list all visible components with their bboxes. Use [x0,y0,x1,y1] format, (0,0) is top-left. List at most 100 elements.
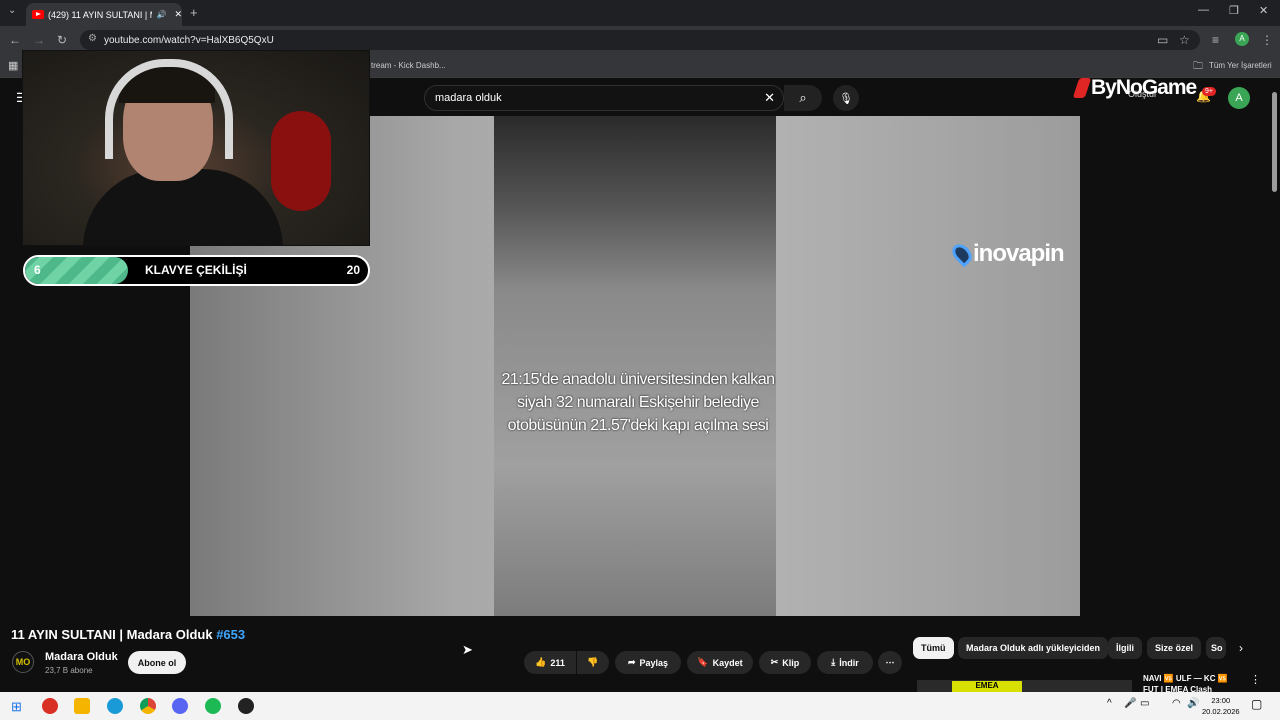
system-clock[interactable]: 23:00 20.02.2026 [1202,695,1240,717]
dislike-button[interactable]: 👎 [577,651,609,674]
recommended-thumbnail[interactable]: EMEA [917,680,1132,692]
spotify-icon[interactable] [205,698,221,714]
file-explorer-icon[interactable] [74,698,90,714]
edge-browser-icon[interactable] [107,698,123,714]
tab-title: (429) 11 AYIN SULTANI | M... [48,9,152,20]
channel-name[interactable]: Madara Olduk [45,651,118,663]
location-pin-icon [948,240,976,268]
bynogame-sponsor-logo: ByNoGame [1072,76,1197,100]
clear-search-icon[interactable]: ✕ [764,90,775,106]
folder-icon: 🗀 [1193,61,1203,72]
site-info-icon[interactable]: ⚙ [88,33,97,44]
cast-icon[interactable]: ▭ [1157,33,1168,47]
video-title: 11 AYIN SULTANI | Madara Olduk #653 [11,627,245,642]
chip-for-you[interactable]: Size özel [1147,637,1202,659]
discord-icon[interactable] [172,698,188,714]
reload-icon[interactable]: ↻ [57,33,67,47]
scrollbar-thumb[interactable] [1272,92,1277,192]
tray-chevron-icon[interactable]: ^ [1107,698,1112,709]
search-button[interactable]: ⌕ [784,85,822,111]
subscriber-count: 23,7 B abone [45,666,93,675]
minimize-icon[interactable]: — [1198,4,1209,16]
search-input[interactable]: madara olduk ✕ [424,85,784,111]
tab-youtube[interactable]: (429) 11 AYIN SULTANI | M... 🔊 ✕ [26,3,182,26]
browser-tab-strip: ⌄ (429) 11 AYIN SULTANI | M... 🔊 ✕ + — ❐… [0,0,1280,26]
download-icon: ⤓ [831,657,836,667]
network-tray-icon[interactable]: ▭ [1140,698,1149,709]
new-tab-icon[interactable]: + [190,5,198,20]
obs-icon[interactable] [238,698,254,714]
windows-start-icon[interactable]: ⊞ [11,699,22,715]
profile-avatar-icon[interactable]: A [1235,32,1249,46]
address-bar[interactable]: ⚙ youtube.com/watch?v=HalXB6Q5QxU [80,30,1200,50]
save-label: Kaydet [712,657,743,668]
like-button[interactable]: 👍 211 [524,651,576,674]
giveaway-target-count: 20 [346,263,360,277]
close-window-icon[interactable]: ✕ [1259,4,1268,17]
mouse-cursor-icon: ➤ [462,642,473,657]
apps-grid-icon[interactable]: ▦ [8,59,18,72]
microphone-icon: 🎙 [839,92,853,105]
clip-label: Klip [782,657,800,668]
thumbs-up-icon: 👍 [535,657,547,667]
inovapin-watermark: inovapin [948,240,1065,268]
giveaway-label: KLAVYE ÇEKİLİŞİ [145,263,247,277]
keyboard-giveaway-bar: 6 KLAVYE ÇEKİLİŞİ 20 [23,255,370,286]
media-controls-icon[interactable]: ≡ [1212,33,1219,47]
volume-tray-icon[interactable]: 🔊 [1187,698,1199,709]
channel-avatar[interactable]: MO [12,651,34,673]
bookmark-icon: 🔖 [697,657,709,667]
tab-search-icon[interactable]: ⌄ [8,5,16,16]
chip-all[interactable]: Tümü [913,637,954,659]
voice-search-button[interactable]: 🎙 [833,85,859,111]
speaker-icon[interactable]: 🔊 [156,10,166,19]
back-icon[interactable]: ← [9,33,21,47]
download-button[interactable]: ⤓ İndir [817,651,873,674]
recommended-title[interactable]: NAVI 🆚 ULF — KC 🆚 FUT | EMEA Clash [1143,673,1243,692]
more-actions-button[interactable]: ⋯ [878,651,902,674]
url-text: youtube.com/watch?v=HalXB6Q5QxU [104,34,274,46]
giveaway-current-count: 6 [34,263,41,277]
bynogame-text: ByNoGame [1091,76,1197,99]
headphones [105,59,233,159]
youtube-favicon-icon [32,10,44,19]
episode-hashtag[interactable]: #653 [216,627,245,642]
more-horizontal-icon: ⋯ [885,657,895,667]
chips-next-icon[interactable]: › [1239,641,1243,655]
scissors-icon: ✂ [770,657,779,667]
clock-time: 23:00 [1211,696,1231,705]
mic-tray-icon[interactable]: 🎤 [1124,698,1136,709]
notification-center-icon[interactable]: ▢ [1251,697,1262,711]
subscribe-button[interactable]: Abone ol [128,651,186,674]
bynogame-mark-icon [1072,78,1092,98]
page-scrollbar[interactable] [1270,78,1280,692]
chrome-icon[interactable] [140,698,156,714]
account-avatar[interactable]: A [1228,87,1250,109]
app-icon-1[interactable] [42,698,58,714]
search-icon: ⌕ [799,90,807,105]
like-count: 211 [550,657,565,668]
share-button[interactable]: ➦ Paylaş [615,651,681,674]
chip-related[interactable]: İlgili [1108,637,1142,659]
windows-taskbar: ⊞ ^ 🎤 ▭ ◠ 🔊 ▢ [0,692,1280,720]
wifi-tray-icon[interactable]: ◠ [1172,698,1181,709]
tab-close-icon[interactable]: ✕ [174,9,182,20]
share-arrow-icon: ➦ [627,657,636,667]
video-frame [494,116,776,616]
chip-from-uploader[interactable]: Madara Olduk adlı yükleyiciden [958,637,1109,659]
bookmark-star-icon[interactable]: ☆ [1179,33,1190,47]
share-label: Paylaş [639,657,669,668]
player-side-area [1080,116,1270,616]
recommended-thumb-text: EMEA [952,681,1022,692]
chip-truncated[interactable]: So [1206,637,1226,659]
all-bookmarks-link[interactable]: Tüm Yer İşaretleri [1209,61,1272,70]
recommended-more-icon[interactable]: ⋮ [1250,673,1261,686]
thumbs-down-icon: 👎 [587,657,599,667]
browser-menu-icon[interactable]: ⋮ [1261,33,1273,47]
clip-button[interactable]: ✂ Klip [759,651,811,674]
forward-icon[interactable]: → [33,33,45,47]
bookmark-kick-dashboard[interactable]: tream - Kick Dashb... [371,61,446,70]
save-button[interactable]: 🔖 Kaydet [687,651,753,674]
search-query-text: madara olduk [435,92,502,104]
restore-icon[interactable]: ❐ [1229,4,1239,17]
